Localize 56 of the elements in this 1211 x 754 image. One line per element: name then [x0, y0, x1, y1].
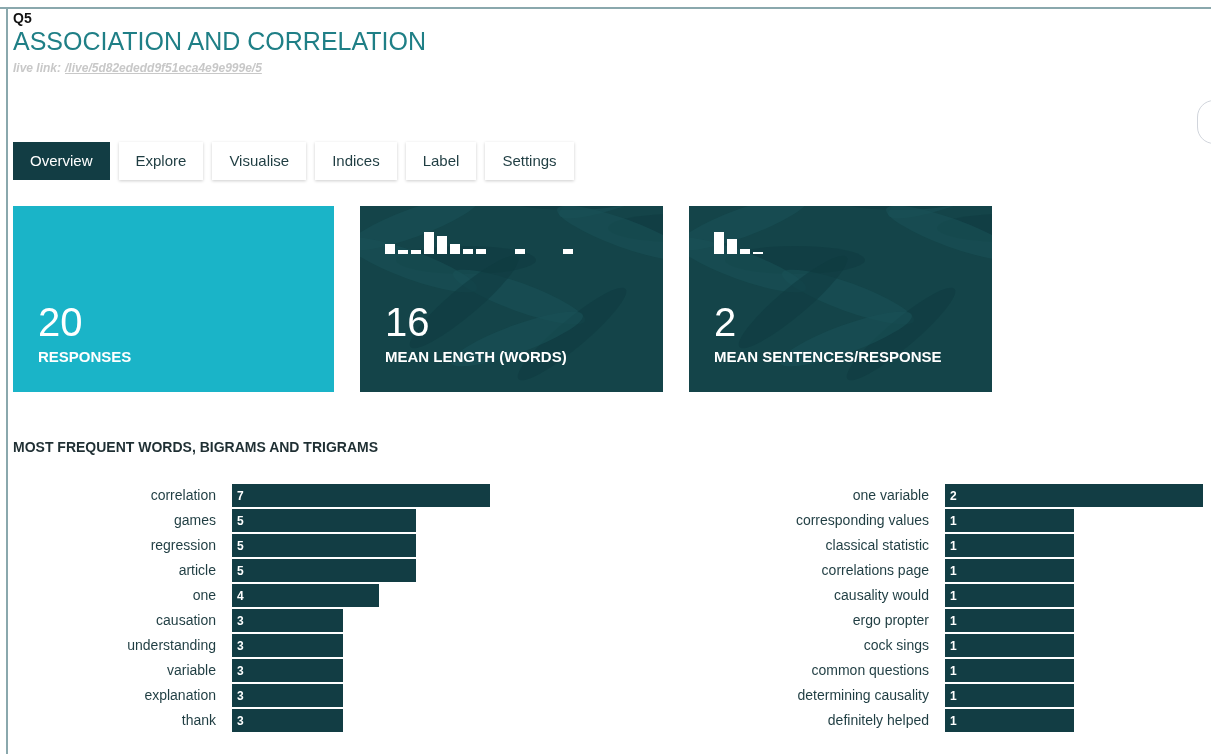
stat-value: 16: [385, 299, 430, 346]
count-label: 1: [950, 587, 957, 605]
term-label: thank: [181, 711, 216, 730]
term-label: article: [178, 561, 216, 580]
term-label: correlation: [150, 486, 216, 505]
term-label: causation: [156, 611, 216, 630]
term-label: one variable: [852, 486, 929, 505]
count-label: 1: [950, 512, 957, 530]
histogram-drawing: [714, 232, 763, 254]
stat-value: 20: [38, 299, 83, 346]
tab[interactable]: Overview: [13, 142, 110, 180]
term-label: ergo propter: [852, 611, 929, 630]
tab[interactable]: Explore: [118, 142, 204, 180]
term-label: classical statistic: [825, 536, 929, 555]
count-label: 2: [950, 487, 957, 505]
count-label: 3: [237, 687, 244, 705]
term-label: games: [173, 511, 216, 530]
term-label: regression: [150, 536, 216, 555]
count-label: 4: [237, 587, 244, 605]
count-label: 3: [237, 612, 244, 630]
count-label: 5: [237, 562, 244, 580]
count-label: 1: [950, 537, 957, 555]
section-heading: MOST FREQUENT WORDS, BIGRAMS AND TRIGRAMS: [13, 438, 379, 457]
term-label: correlations page: [821, 561, 929, 580]
stat-label: MEAN LENGTH (WORDS): [385, 347, 567, 367]
tab[interactable]: Label: [405, 142, 477, 180]
count-label: 1: [950, 612, 957, 630]
count-label: 7: [237, 487, 244, 505]
stat-value: 2: [714, 299, 737, 346]
count-label: 3: [237, 712, 244, 730]
count-label: 1: [950, 562, 957, 580]
count-label: 1: [950, 712, 957, 730]
count-label: 1: [950, 687, 957, 705]
tab[interactable]: Visualise: [212, 142, 307, 180]
tab[interactable]: Settings: [485, 142, 574, 180]
term-label: corresponding values: [795, 511, 929, 530]
tab[interactable]: Indices: [315, 142, 397, 180]
term-label: common questions: [811, 661, 929, 680]
count-label: 5: [237, 537, 244, 555]
term-label: understanding: [127, 636, 216, 655]
term-label: explanation: [144, 686, 216, 705]
count-label: 1: [950, 637, 957, 655]
question-number: Q5: [13, 10, 32, 26]
stat-label: RESPONSES: [38, 347, 132, 367]
term-label: one: [192, 586, 216, 605]
count-label: 3: [237, 662, 244, 680]
count-label: 5: [237, 512, 244, 530]
count-label: 3: [237, 637, 244, 655]
count-label: 1: [950, 662, 957, 680]
term-label: determining causality: [797, 686, 929, 705]
question-title: ASSOCIATION AND CORRELATION: [13, 26, 427, 56]
term-label: causality would: [834, 586, 929, 605]
term-label: cock sings: [863, 636, 929, 655]
term-label: variable: [166, 661, 216, 680]
stat-label: MEAN SENTENCES/RESPONSE: [714, 347, 942, 367]
term-label: definitely helped: [827, 711, 929, 730]
